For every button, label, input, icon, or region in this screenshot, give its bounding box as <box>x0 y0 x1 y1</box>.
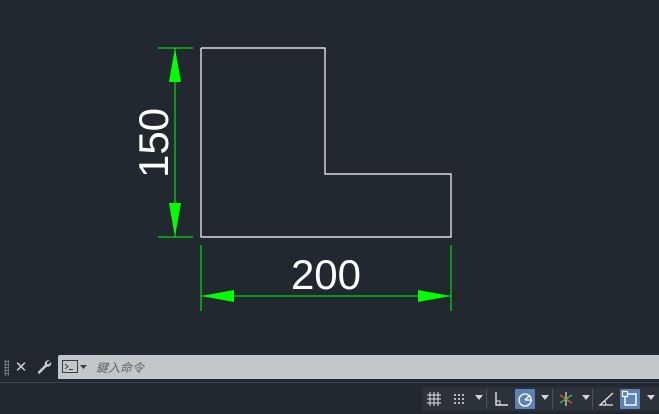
close-icon[interactable]: ✕ <box>13 358 29 376</box>
angle-icon[interactable] <box>596 389 616 409</box>
ortho-icon[interactable] <box>491 389 511 409</box>
grip-handle-icon[interactable] <box>4 360 9 376</box>
status-bar-toggle-group <box>422 387 659 411</box>
command-input[interactable]: 鍵入命令 <box>58 355 659 379</box>
polar-icon <box>515 389 535 409</box>
object-snap-button[interactable] <box>620 389 640 409</box>
command-input-placeholder: 鍵入命令 <box>96 359 144 376</box>
chevron-down-icon[interactable] <box>475 395 483 400</box>
dimension-arrow-top <box>169 48 181 82</box>
chevron-down-icon[interactable] <box>582 395 590 400</box>
divider <box>552 389 553 409</box>
grid-icon[interactable] <box>424 389 444 409</box>
wrench-icon[interactable] <box>35 358 53 376</box>
osnap-square-icon <box>620 389 640 409</box>
drawing-canvas[interactable]: 150 200 <box>0 0 659 352</box>
snap-dots-icon[interactable] <box>449 389 469 409</box>
polar-tracking-button[interactable] <box>515 389 535 409</box>
divider <box>592 389 593 409</box>
l-shape-geometry[interactable] <box>201 48 451 237</box>
horizontal-dimension-text: 200 <box>291 251 361 298</box>
status-bar <box>0 382 659 414</box>
chevron-down-icon[interactable] <box>647 395 655 400</box>
command-prompt-icon[interactable] <box>62 360 88 374</box>
isodraft-icon[interactable] <box>556 389 576 409</box>
divider <box>486 389 487 409</box>
dimension-arrow-left <box>201 290 234 302</box>
chevron-down-icon <box>80 365 87 369</box>
dimension-arrow-bottom <box>169 203 181 237</box>
vertical-dimension-text: 150 <box>130 108 177 178</box>
command-line-bar: ✕ 鍵入命令 <box>0 352 659 382</box>
dimension-arrow-right <box>418 290 451 302</box>
chevron-down-icon[interactable] <box>541 395 549 400</box>
